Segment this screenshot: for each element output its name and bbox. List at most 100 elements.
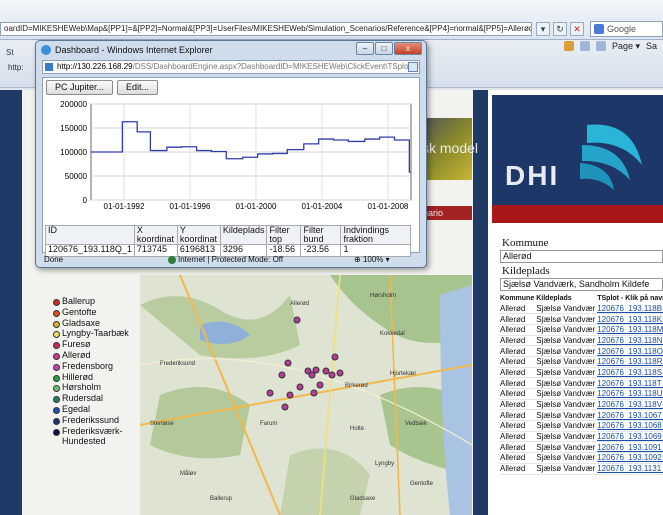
compat-view-icon[interactable] [408, 62, 418, 72]
command-bar: Page ▾ Sa [564, 38, 663, 54]
table-row: Allerød Sjælsø Vandvær 120676_193.1067_ [499, 409, 663, 422]
tsplot-link[interactable]: 120676_193.1069_ [596, 431, 663, 443]
kommune-cell: Allerød [499, 345, 536, 357]
feeds-icon[interactable] [580, 41, 590, 51]
kommune-cell: Allerød [499, 431, 536, 443]
tsplot-link[interactable]: 120676_193.1067_ [596, 409, 663, 422]
print-icon[interactable] [596, 41, 606, 51]
kildeplads-cell: Sjælsø Vandvær [535, 313, 597, 325]
tsplot-link[interactable]: 120676_193.118O_ [596, 345, 663, 357]
legend-item: Frederiksværk-Hundested [52, 426, 138, 448]
tsplot-link[interactable]: 120676_193.118M_ [596, 324, 663, 336]
legend-dot-icon [53, 352, 60, 360]
kildeplads-cell: Sjælsø Vandvær [535, 335, 597, 347]
dashboard-window[interactable]: Dashboard - Windows Internet Explorer – … [35, 40, 427, 268]
minimize-button[interactable]: – [356, 42, 374, 55]
tsplot-link[interactable]: 120676_193.1091_ [596, 441, 663, 454]
legend-dot-icon [53, 406, 60, 414]
tsplot-link[interactable]: 120676_193.118K_ [596, 313, 663, 325]
table-row: Allerød Sjælsø Vandvær 120676_193.118R_ [499, 356, 663, 368]
legend-item: Rudersdal [52, 393, 138, 404]
col-kildeplads: Kildeplads [536, 295, 572, 302]
tsplot-link[interactable]: 120676_193.118R_ [596, 356, 663, 368]
table-row: Allerød Sjælsø Vandvær 120676_193.1131_ [499, 463, 663, 475]
kommune-cell: Allerød [499, 463, 536, 475]
pc-jupiter-button[interactable]: PC Jupiter... [46, 80, 114, 95]
kildeplads-select[interactable]: Sjælsø Vandværk, Sandholm Kildefe [500, 278, 663, 291]
kommune-cell: Allerød [499, 313, 536, 325]
tsplot-link[interactable]: 120676_193.118N_ [596, 335, 663, 347]
page-menu[interactable]: Page ▾ [612, 41, 640, 52]
kommune-cell: Allerød [499, 324, 536, 336]
brand-text: DHI [505, 160, 560, 191]
maximize-button[interactable]: □ [375, 42, 393, 55]
table-row: Allerød Sjælsø Vandvær 120676_193.1068_ [499, 420, 663, 432]
url-host: http://130.226.168.29 [57, 62, 133, 71]
table-row: Allerød Sjælsø Vandvær 120676_193.1092_ [499, 452, 663, 464]
tsplot-link[interactable]: 120676_193.118B_ [596, 303, 663, 315]
kildeplads-cell: Sjælsø Vandvær [535, 356, 597, 368]
table-row: Allerød Sjælsø Vandvær 120676_193.1091_ [499, 441, 663, 454]
address-input[interactable]: oardID=MIKESHEWeb\Map&[PP1]=&[PP2]=Norma… [0, 22, 532, 36]
legend-label: Hørsholm [62, 382, 102, 393]
table-row: Allerød Sjælsø Vandvær 120676_193.1069_ [499, 431, 663, 443]
map-label: Gladsaxe [350, 496, 376, 502]
hdr-y: Y koordinat [176, 225, 221, 245]
tsplot-link[interactable]: 120676_193.118V_ [596, 399, 663, 411]
refresh-icon[interactable]: ↻ [553, 22, 567, 36]
kommune-cell: Allerød [499, 420, 536, 432]
legend-label: Fredensborg [62, 360, 114, 371]
kommune-cell: Allerød [499, 441, 536, 454]
search-box[interactable]: Google [590, 21, 663, 37]
x-tick-label: 01-01-2000 [235, 202, 276, 211]
table-row: Allerød Sjælsø Vandvær 120676_193.118B_ [499, 303, 663, 315]
window-controls: – □ x [356, 42, 422, 55]
tsplot-link[interactable]: 120676_193.118T_ [596, 377, 663, 389]
dropdown-icon[interactable]: ▾ [536, 22, 550, 36]
legend-label: Egedal [62, 403, 91, 414]
results-table: Kommune Kildeplads TSplot - Klik på navn… [499, 294, 663, 475]
legend-dot-icon [53, 374, 60, 382]
legend-dot-icon [53, 320, 60, 328]
legend-label: Allerød [62, 349, 91, 360]
scenario-button[interactable]: nario [420, 206, 472, 220]
legend-label: Furesø [62, 339, 91, 350]
tsplot-link[interactable]: 120676_193.118U_ [596, 388, 663, 400]
tsplot-link[interactable]: 120676_193.1131_ [596, 463, 663, 475]
tsplot-link[interactable]: 120676_193.118S_ [596, 367, 663, 379]
kommune-select[interactable]: Allerød [500, 250, 663, 263]
close-button[interactable]: x [394, 42, 422, 55]
kildeplads-cell: Sjælsø Vandvær [535, 463, 597, 475]
popup-address-bar[interactable]: http://130.226.168.29/DSS/DashboardEngin… [42, 60, 420, 74]
legend-item: Hørsholm [52, 382, 138, 393]
button-row: PC Jupiter... Edit... [46, 80, 159, 95]
x-tick-label: 01-01-2004 [301, 202, 342, 211]
zoom-control[interactable]: ⊕ 100% ▾ [354, 253, 390, 267]
page-icon [45, 63, 53, 71]
home-icon[interactable] [564, 41, 574, 51]
red-bar [492, 205, 663, 223]
tsplot-link[interactable]: 120676_193.1092_ [596, 452, 663, 464]
globe-icon [168, 256, 176, 264]
ie-icon [41, 45, 51, 55]
municipality-legend: Ballerup Gentofte Gladsaxe Lyngby-Taarbæk Fu… [52, 296, 138, 447]
legend-item: Frederikssund [52, 415, 138, 426]
safety-menu[interactable]: Sa [646, 41, 657, 51]
table-row: Allerød Sjælsø Vandvær 120676_193.118S_ [499, 367, 663, 379]
map-graphic[interactable]: Hørsholm Allerød Birkerød Farum Kokkedal… [140, 275, 472, 515]
stop-icon[interactable]: ✕ [570, 22, 584, 36]
map-view[interactable]: Hørsholm Allerød Birkerød Farum Kokkedal… [140, 275, 472, 515]
tsplot-link[interactable]: 120676_193.1068_ [596, 420, 663, 432]
map-label: Måløv [180, 470, 196, 477]
y-tick-label: 0 [83, 196, 88, 205]
legend-label: Lyngby-Taarbæk [62, 328, 129, 339]
legend-label: Rudersdal [62, 393, 104, 404]
status-zone: Internet | Protected Mode: Off [178, 255, 284, 264]
kommune-cell: Allerød [499, 452, 536, 464]
tab-fragment[interactable]: http: [0, 63, 24, 72]
kildeplads-cell: Sjælsø Vandvær [535, 303, 597, 315]
edit-button[interactable]: Edit... [117, 80, 159, 95]
y-tick-label: 150000 [60, 124, 87, 133]
kommune-cell: Allerød [499, 399, 536, 411]
hdr-kildeplads: Kildeplads [219, 225, 268, 245]
